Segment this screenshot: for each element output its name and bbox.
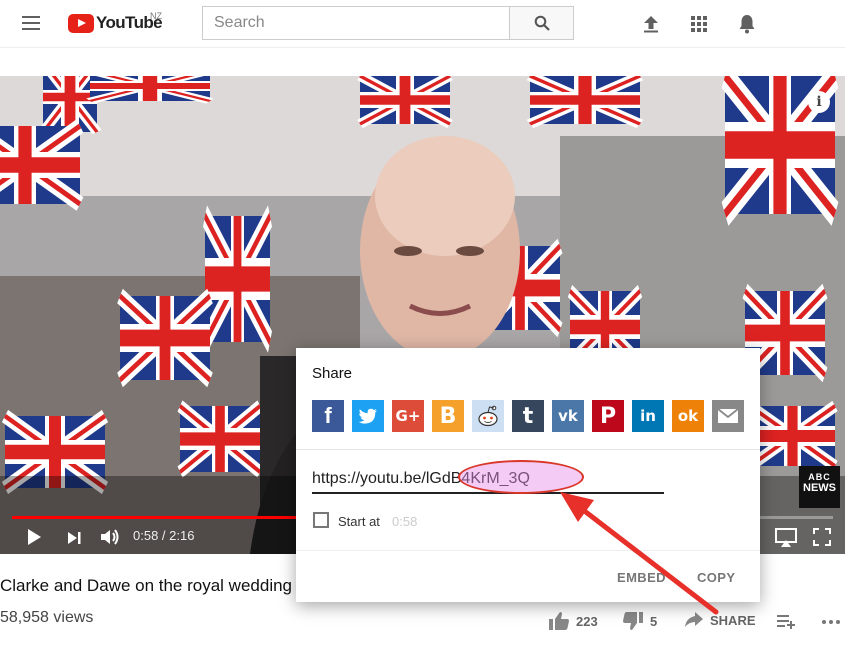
dislike-button[interactable]: 5 [622, 611, 657, 631]
like-count: 223 [576, 613, 598, 629]
copy-button[interactable]: COPY [697, 570, 735, 585]
share-services: f G+ Bt vk Pin ok [312, 400, 744, 432]
youtube-logo[interactable]: YouTube [68, 12, 163, 34]
play-button[interactable] [25, 528, 43, 546]
pinterest-share-icon[interactable]: P [592, 400, 624, 432]
next-button[interactable] [66, 530, 82, 546]
reddit-share-icon[interactable] [472, 400, 504, 432]
share-button[interactable]: SHARE [684, 611, 756, 629]
volume-icon [101, 529, 119, 545]
tumblr-share-icon[interactable]: t [512, 400, 544, 432]
linkedin-share-icon[interactable]: in [632, 400, 664, 432]
share-url-field [312, 460, 664, 494]
share-url-input[interactable] [312, 466, 664, 488]
start-at-label: Start at [338, 514, 380, 529]
odnoklassniki-share-icon[interactable]: ok [672, 400, 704, 432]
divider [296, 449, 760, 450]
airplay-button[interactable] [775, 528, 797, 548]
abc-news-watermark: ABC NEWS [799, 466, 840, 508]
menu-icon[interactable] [20, 13, 42, 33]
embed-button[interactable]: EMBED [617, 570, 666, 585]
masthead: YouTube NZ [0, 0, 845, 48]
share-dialog: Share f G+BtvkPinok Start at 0:58 EMBED C… [296, 348, 760, 602]
search-button[interactable] [509, 6, 574, 40]
like-button[interactable]: 223 [548, 611, 598, 631]
play-icon [28, 529, 41, 545]
skip-next-icon [68, 532, 81, 544]
start-at-checkbox[interactable] [313, 512, 329, 528]
info-icon[interactable]: i [808, 91, 830, 113]
playlist-add-icon [777, 615, 795, 629]
airplay-icon [775, 528, 797, 547]
fullscreen-button[interactable] [813, 528, 831, 546]
youtube-logo-icon [68, 13, 94, 33]
mute-button[interactable] [99, 527, 121, 547]
video-title: Clarke and Dawe on the royal wedding [0, 576, 293, 595]
thumbs-down-icon [623, 612, 643, 630]
region-code: NZ [150, 11, 162, 21]
facebook-share-icon[interactable]: f [312, 400, 344, 432]
email-share-icon[interactable] [712, 400, 744, 432]
fullscreen-icon [813, 528, 831, 546]
thumbs-up-icon [549, 612, 569, 630]
apps-icon[interactable] [687, 12, 711, 36]
search-icon [534, 15, 550, 31]
vk-share-icon[interactable]: vk [552, 400, 584, 432]
more-actions-button[interactable] [821, 611, 841, 629]
share-arrow-icon [685, 612, 703, 627]
add-to-playlist-button[interactable] [776, 611, 796, 629]
google-plus-share-icon[interactable]: G+ [392, 400, 424, 432]
start-at-time: 0:58 [392, 514, 418, 529]
view-count: 58,958 views [0, 609, 94, 626]
search-box [202, 6, 510, 40]
divider [296, 550, 760, 551]
twitter-share-icon[interactable] [352, 400, 384, 432]
notifications-bell-icon[interactable] [735, 12, 759, 36]
more-horizontal-icon [822, 620, 840, 624]
upload-icon[interactable] [639, 12, 663, 36]
search-input[interactable] [203, 7, 510, 39]
time-display: 0:58 / 2:16 [133, 528, 195, 543]
share-label: SHARE [710, 612, 756, 628]
share-dialog-title: Share [312, 365, 353, 382]
dislike-count: 5 [650, 613, 658, 629]
blogger-share-icon[interactable]: B [432, 400, 464, 432]
